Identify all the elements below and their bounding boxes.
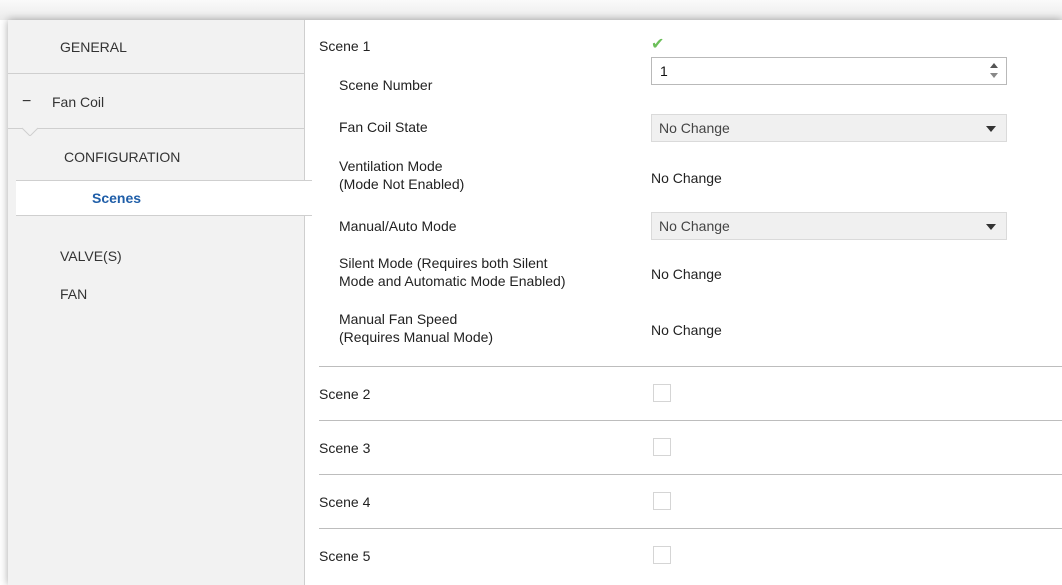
sidebar-item-general[interactable]: GENERAL — [8, 25, 304, 69]
manual-fan-speed-value: No Change — [651, 322, 722, 338]
divider — [319, 474, 1062, 475]
scene-4-label: Scene 4 — [319, 494, 371, 510]
scene-2-checkbox[interactable] — [653, 384, 671, 402]
silent-mode-label-line1: Silent Mode (Requires both Silent — [339, 255, 548, 271]
sidebar-item-label: VALVE(S) — [60, 248, 122, 264]
sidebar-item-label: CONFIGURATION — [64, 149, 181, 165]
manual-auto-mode-value: No Change — [659, 218, 730, 234]
divider — [8, 73, 304, 74]
sidebar-item-fan-coil[interactable]: − Fan Coil — [8, 80, 304, 124]
sidebar-item-label: Fan Coil — [52, 94, 105, 110]
scene-4-checkbox[interactable] — [653, 492, 671, 510]
silent-mode-label-line2: Mode and Automatic Mode Enabled) — [339, 273, 566, 289]
scene-5-label: Scene 5 — [319, 548, 371, 564]
scene-number-stepper[interactable]: 1 — [651, 57, 1007, 85]
manual-auto-mode-select[interactable]: No Change — [651, 212, 1007, 240]
scene-2-label: Scene 2 — [319, 386, 371, 402]
chevron-down-icon — [986, 126, 996, 132]
sidebar-item-label: FAN — [60, 286, 88, 302]
increment-icon[interactable] — [990, 63, 998, 68]
divider — [319, 366, 1062, 367]
divider — [319, 420, 1062, 421]
scene-1-checkbox-checked-icon[interactable]: ✔ — [651, 34, 664, 54]
fan-coil-state-select[interactable]: No Change — [651, 114, 1007, 142]
manual-auto-mode-label: Manual/Auto Mode — [339, 218, 457, 234]
scene-3-checkbox[interactable] — [653, 438, 671, 456]
scene-1-label: Scene 1 — [319, 38, 371, 54]
fan-coil-state-value: No Change — [659, 120, 730, 136]
ventilation-mode-label-line2: (Mode Not Enabled) — [339, 176, 465, 192]
sidebar-item-scenes[interactable]: Scenes — [16, 180, 312, 216]
window-top-bar — [0, 0, 1062, 20]
collapse-icon[interactable]: − — [22, 93, 31, 111]
scene-number-label: Scene Number — [339, 77, 433, 93]
sidebar-item-label: GENERAL — [60, 39, 127, 55]
manual-fan-speed-label-line2: (Requires Manual Mode) — [339, 329, 494, 345]
ventilation-mode-label-line1: Ventilation Mode — [339, 158, 443, 174]
parameters-window: GENERAL − Fan Coil CONFIGURATION VALVE(S… — [8, 20, 1062, 585]
decrement-icon[interactable] — [990, 73, 998, 78]
scene-3-label: Scene 3 — [319, 440, 371, 456]
scene-settings-panel: Scene 1 ✔ Scene Number 1 Fan Coil State … — [305, 20, 1062, 585]
sidebar-item-configuration[interactable]: CONFIGURATION — [8, 135, 304, 179]
manual-fan-speed-label-line1: Manual Fan Speed — [339, 311, 458, 327]
scene-5-checkbox[interactable] — [653, 546, 671, 564]
chevron-down-icon — [986, 224, 996, 230]
silent-mode-value: No Change — [651, 266, 722, 282]
sidebar-item-label: Scenes — [92, 190, 142, 206]
sidebar: GENERAL − Fan Coil CONFIGURATION VALVE(S… — [8, 20, 305, 585]
ventilation-mode-value: No Change — [651, 170, 722, 186]
divider — [8, 128, 304, 129]
tree-notch-icon — [22, 127, 38, 136]
scene-number-value: 1 — [660, 63, 668, 79]
divider — [319, 528, 1062, 529]
fan-coil-state-label: Fan Coil State — [339, 119, 428, 135]
sidebar-item-fan[interactable]: FAN — [8, 272, 304, 316]
